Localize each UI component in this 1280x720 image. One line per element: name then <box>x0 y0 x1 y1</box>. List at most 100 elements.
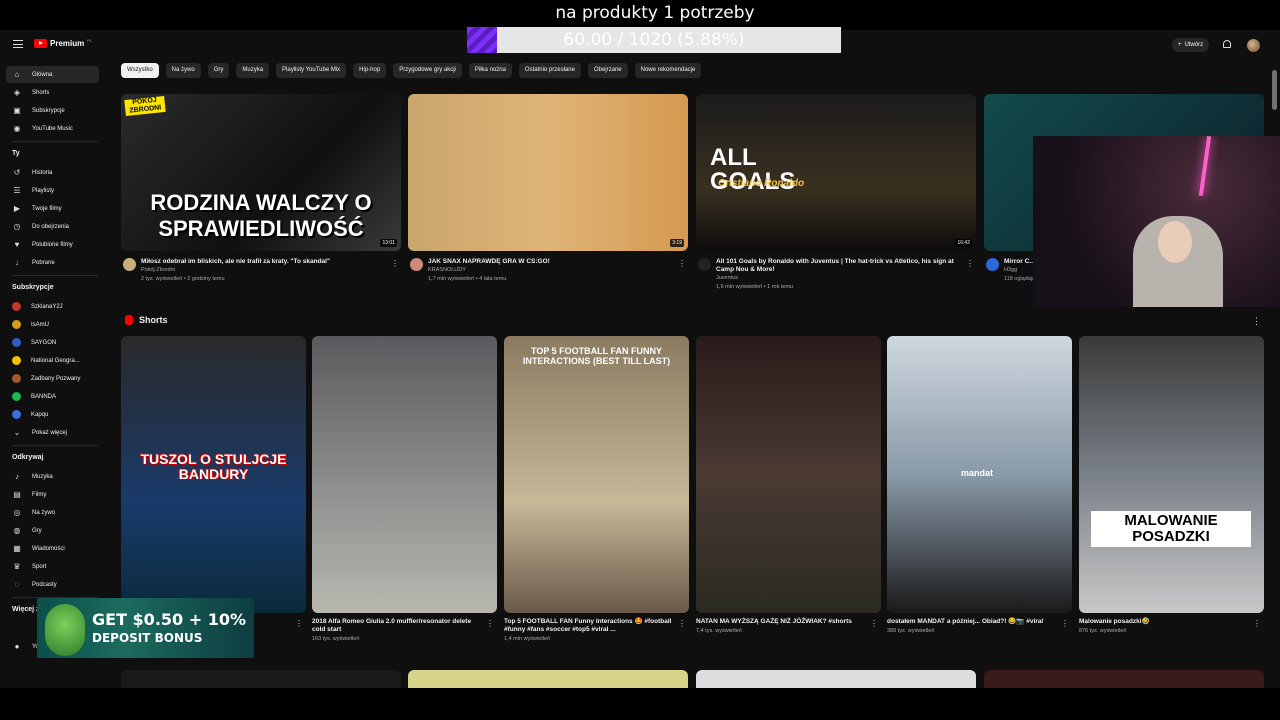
next-row-thumb[interactable] <box>408 670 688 688</box>
filter-chip[interactable]: Playlisty YouTube Mix <box>276 63 347 78</box>
video-thumbnail[interactable]: RODZINA WALCZY O SPRAWIEDLIWOŚĆ POKÓJ ZBR… <box>121 94 401 251</box>
short-thumbnail[interactable]: TUSZOL O STULJCJE BANDURY <box>121 336 306 613</box>
sidebar-item-label: Shorts <box>32 89 50 96</box>
filter-chip[interactable]: Ostatnio przesłane <box>518 63 581 78</box>
sidebar-section-heading[interactable]: Więcej z <box>12 606 40 613</box>
short-thumbnail[interactable]: TOP 5 FOOTBALL FAN FUNNY INTERACTIONS (B… <box>504 336 689 613</box>
sidebar-item[interactable]: ▦ Wiadomości <box>6 540 99 557</box>
video-title[interactable]: JAK SNAX NAPRAWDĘ GRA W CS:GO! <box>428 258 678 266</box>
sidebar-item[interactable]: ◷ Do obejrzenia <box>6 218 99 235</box>
sidebar-item[interactable]: ◉ YouTube Music <box>6 120 99 137</box>
sidebar-item[interactable]: ▶ Twoje filmy <box>6 200 99 217</box>
video-title[interactable]: All 101 Goals by Ronaldo with Juventus |… <box>716 258 966 274</box>
filter-chip[interactable]: Piłka nożna <box>468 63 512 78</box>
video-thumbnail[interactable]: ALL GOALS Cristiano Ronaldo 16:42 <box>696 94 976 251</box>
short-thumbnail[interactable] <box>696 336 881 613</box>
channel-name[interactable]: KRASNOLUDY <box>428 266 688 275</box>
sidebar-item[interactable]: IsAmU <box>6 316 99 333</box>
sidebar-item[interactable]: Zadbany Pozwany <box>6 370 99 387</box>
more-options-icon[interactable]: ⋮ <box>1253 619 1261 628</box>
channel-avatar[interactable] <box>698 258 711 271</box>
sidebar-item[interactable]: ◌ Podcasty <box>6 576 99 593</box>
sidebar-item[interactable]: Kapqu <box>6 406 99 423</box>
more-options-icon[interactable]: ⋮ <box>966 259 974 268</box>
channel-name[interactable]: Juventus <box>716 274 976 283</box>
short-thumbnail[interactable]: mandat <box>887 336 1072 613</box>
sidebar-item[interactable]: ⌄ Pokaż więcej <box>6 424 99 441</box>
more-options-icon[interactable]: ⋮ <box>295 619 303 628</box>
filter-chip[interactable]: Nowe rekomendacje <box>634 63 702 78</box>
filter-chip[interactable]: Hip-hop <box>353 63 387 78</box>
filter-chip[interactable]: Na żywo <box>165 63 201 78</box>
more-options-icon[interactable]: ⋮ <box>486 619 494 628</box>
more-options-icon[interactable]: ⋮ <box>678 259 686 268</box>
sidebar-item[interactable]: SzklanaY2J <box>6 298 99 315</box>
gamepad-icon: ◍ <box>13 525 21 535</box>
short-title[interactable]: NATAN MA WYŻSZĄ GAŻĘ NIŻ JÓŹWIAK? #short… <box>696 618 866 626</box>
sidebar-item[interactable]: SAYGON <box>6 334 99 351</box>
filter-chip[interactable]: Muzyka <box>236 63 270 78</box>
account-avatar[interactable] <box>1247 39 1260 52</box>
sidebar-item[interactable]: ☰ Playlisty <box>6 182 99 199</box>
next-row-thumb[interactable] <box>984 670 1264 688</box>
sidebar-item-label: Kapqu <box>31 411 49 418</box>
menu-icon[interactable] <box>13 40 23 48</box>
sidebar-item[interactable]: ↓ Pobrane <box>6 254 99 271</box>
sidebar-item[interactable]: ♛ Sport <box>6 558 99 575</box>
bell-icon[interactable] <box>1223 40 1231 48</box>
more-options-icon[interactable]: ⋮ <box>391 259 399 268</box>
video-title[interactable]: Miłosz odebrał im bliskich, ale nie traf… <box>141 258 391 266</box>
podcast-icon: ◌ <box>14 579 20 589</box>
short-card[interactable]: TOP 5 FOOTBALL FAN FUNNY INTERACTIONS (B… <box>504 336 689 642</box>
short-card[interactable]: mandat dostałem MANDAT a później... Obiad… <box>887 336 1072 634</box>
next-row-thumb[interactable] <box>696 670 976 688</box>
filter-chip[interactable]: Wszystko <box>121 63 159 78</box>
short-card[interactable]: NATAN MA WYŻSZĄ GAŻĘ NIŻ JÓŹWIAK? #short… <box>696 336 881 634</box>
short-card[interactable]: TUSZOL O STULJCJE BANDURY...#bungee⋮ <box>121 336 306 628</box>
filter-chip[interactable]: Obejrzane <box>587 63 628 78</box>
sidebar-item-label: YouTube Music <box>32 125 73 132</box>
page-scrollbar[interactable] <box>1272 70 1277 110</box>
more-options-icon[interactable]: ⋮ <box>870 619 878 628</box>
sidebar-section-heading[interactable]: Ty <box>12 150 20 157</box>
sidebar-item[interactable]: BANNDA <box>6 388 99 405</box>
filter-chip[interactable]: Gry <box>207 63 230 78</box>
short-title[interactable]: Malowanie posadzki🤣 <box>1079 618 1249 626</box>
video-thumbnail[interactable]: 3:19 <box>408 94 688 251</box>
sidebar-item[interactable]: ▤ Filmy <box>6 486 99 503</box>
video-card[interactable]: RODZINA WALCZY O SPRAWIEDLIWOŚĆ POKÓJ ZBR… <box>121 94 401 284</box>
filter-chip[interactable]: Przygodowe gry akcji <box>393 63 462 78</box>
sidebar-item-label: National Geogra... <box>31 357 80 364</box>
short-thumbnail[interactable]: MALOWANIE POSADZKI <box>1079 336 1264 613</box>
short-title[interactable]: Top 5 FOOTBALL FAN Funny Interactions 🤩 … <box>504 618 674 634</box>
sidebar-item[interactable]: ◈ Shorts <box>6 84 99 101</box>
short-title[interactable]: 2018 Alfa Romeo Giulia 2.0 muffler/reson… <box>312 618 482 634</box>
video-card[interactable]: 3:19 JAK SNAX NAPRAWDĘ GRA W CS:GO! KRASNO… <box>408 94 688 284</box>
next-row-thumb[interactable] <box>121 670 401 688</box>
short-thumbnail[interactable] <box>312 336 497 613</box>
sidebar-item[interactable]: ↺ Historia <box>6 164 99 181</box>
youtube-logo[interactable]: Premium PL <box>34 38 92 48</box>
sidebar-item[interactable]: ◍ Gry <box>6 522 99 539</box>
video-card[interactable]: ALL GOALS Cristiano Ronaldo 16:42 All 101 G… <box>696 94 976 292</box>
channel-avatar[interactable] <box>410 258 423 271</box>
sidebar-item[interactable]: ♪ Muzyka <box>6 468 99 485</box>
sidebar-item[interactable]: ♥ Polubione filmy <box>6 236 99 253</box>
sidebar-section-heading[interactable]: Odkrywaj <box>12 454 44 461</box>
thumbnail-caption: MALOWANIE POSADZKI <box>1091 511 1251 547</box>
sidebar-item[interactable]: ⌂ Główna <box>6 66 99 83</box>
channel-avatar[interactable] <box>123 258 136 271</box>
channel-name[interactable]: Pokój Zbrodni <box>141 266 401 275</box>
sidebar-item[interactable]: National Geogra... <box>6 352 99 369</box>
sidebar-section-heading[interactable]: Subskrypcje <box>12 284 54 291</box>
short-title[interactable]: dostałem MANDAT a później... Obiad?! 😂📷 … <box>887 618 1057 626</box>
sidebar-item[interactable]: ◎ Na żywo <box>6 504 99 521</box>
channel-avatar[interactable] <box>986 258 999 271</box>
short-card[interactable]: 2018 Alfa Romeo Giulia 2.0 muffler/reson… <box>312 336 497 642</box>
more-options-icon[interactable]: ⋮ <box>678 619 686 628</box>
short-card[interactable]: MALOWANIE POSADZKI Malowanie posadzki🤣 876… <box>1079 336 1264 634</box>
create-button[interactable]: + Utwórz <box>1172 38 1210 52</box>
more-options-icon[interactable]: ⋮ <box>1061 619 1069 628</box>
sidebar-item[interactable]: ▣ Subskrypcje <box>6 102 99 119</box>
shorts-more-icon[interactable]: ⋮ <box>1252 316 1261 327</box>
